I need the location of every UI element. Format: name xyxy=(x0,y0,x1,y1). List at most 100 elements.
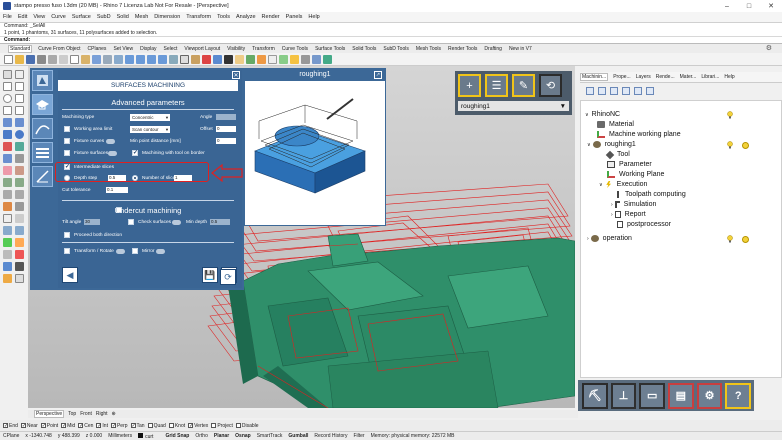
osnap-perp[interactable]: ✓ Perp xyxy=(110,423,128,429)
point-icon[interactable] xyxy=(15,70,24,79)
osnap-project[interactable]: Project xyxy=(211,423,233,429)
osnap-vertex[interactable]: ✓ Vertex xyxy=(188,423,208,429)
grid-view-icon[interactable] xyxy=(634,87,642,95)
settings-icon[interactable]: ⚙ xyxy=(696,382,723,409)
sphere-icon[interactable] xyxy=(15,130,24,139)
text-icon[interactable] xyxy=(3,214,12,223)
hatch-icon[interactable] xyxy=(15,214,24,223)
mirror-checkbox[interactable] xyxy=(132,248,138,254)
close-icon[interactable]: ✕ xyxy=(232,71,240,79)
expand-palette-icon[interactable] xyxy=(15,274,24,283)
refresh-operation-icon[interactable]: ⟲ xyxy=(539,74,562,97)
tree-item-toolpath[interactable]: Toolpath computing xyxy=(617,191,686,198)
fixture-surfaces-toggle[interactable] xyxy=(108,151,117,156)
tab-materials[interactable]: Mater... xyxy=(680,74,697,80)
help-question-icon[interactable]: ? xyxy=(725,382,752,409)
expand-icon[interactable]: ↗ xyxy=(374,71,382,79)
edit-operation-icon[interactable]: ✎ xyxy=(512,74,535,97)
transform-rotate-checkbox[interactable] xyxy=(64,248,70,254)
copy-icon[interactable] xyxy=(70,54,79,64)
analyze-icon[interactable] xyxy=(279,54,288,64)
select-icon[interactable] xyxy=(268,54,277,64)
tab-front[interactable]: Front xyxy=(80,411,92,417)
menu-render[interactable]: Render xyxy=(262,14,280,20)
close-window-button[interactable]: ✕ xyxy=(760,0,782,12)
zoom-window-icon[interactable] xyxy=(136,54,145,64)
lightbulb-icon[interactable] xyxy=(727,141,733,149)
osnap-int[interactable]: ✓ Int xyxy=(96,423,108,429)
layer-tool-icon[interactable] xyxy=(15,262,24,271)
tree-item-simulation[interactable]: › Simulation xyxy=(611,201,656,208)
mirror-tool-icon[interactable] xyxy=(15,190,24,199)
osnap-end[interactable]: ✓ End xyxy=(3,423,18,429)
slices-icon[interactable] xyxy=(32,142,53,163)
add-viewport-icon[interactable]: ⊕ xyxy=(112,411,116,417)
zoom-selected-icon[interactable] xyxy=(158,54,167,64)
menu-analyze[interactable]: Analyze xyxy=(236,14,256,20)
tilt-angle-field[interactable]: 30 xyxy=(84,219,100,225)
rotate-view-icon[interactable] xyxy=(114,54,123,64)
show-icon[interactable] xyxy=(15,250,24,259)
lightbulb-icon[interactable] xyxy=(727,111,733,119)
search-icon[interactable] xyxy=(646,87,654,95)
osnap-quad[interactable]: Quad xyxy=(147,423,166,429)
tab-help[interactable]: Help xyxy=(724,74,734,80)
tab-perspective[interactable]: Perspective xyxy=(34,410,65,418)
sun-icon[interactable] xyxy=(742,142,749,149)
cut-tolerance-field[interactable]: 0.1 xyxy=(106,187,128,193)
tab-drafting[interactable]: Drafting xyxy=(483,46,503,52)
arc-icon[interactable] xyxy=(15,94,24,103)
mesh-icon[interactable] xyxy=(3,142,12,151)
rotate-icon[interactable] xyxy=(15,178,24,187)
tab-set-view[interactable]: Set View xyxy=(112,46,134,52)
add-operation-icon[interactable]: + xyxy=(458,74,481,97)
tab-curve-from-object[interactable]: Curve From Object xyxy=(37,46,81,52)
tab-render-tools[interactable]: Render Tools xyxy=(447,46,478,52)
tab-standard[interactable]: Standard xyxy=(8,44,33,53)
tree-item-tool[interactable]: Tool xyxy=(605,150,630,159)
minimize-button[interactable]: – xyxy=(716,0,738,12)
tab-subd-tools[interactable]: SubD Tools xyxy=(382,46,409,52)
menu-help[interactable]: Help xyxy=(308,14,319,20)
tab-top[interactable]: Top xyxy=(68,411,76,417)
planar-toggle[interactable]: Planar xyxy=(214,433,229,439)
menu-dimension[interactable]: Dimension xyxy=(154,14,180,20)
split-icon[interactable] xyxy=(3,166,12,175)
transform-rotate-toggle[interactable] xyxy=(116,249,125,254)
units-display[interactable]: Millimeters xyxy=(108,433,132,439)
osnap-near[interactable]: ✓ Near xyxy=(20,423,38,429)
undo-view-icon[interactable] xyxy=(169,54,178,64)
machining-type-select[interactable]: Concentric xyxy=(130,114,170,121)
tab-viewport-layout[interactable]: Viewport Layout xyxy=(183,46,221,52)
surface-icon[interactable] xyxy=(3,118,12,127)
tab-properties[interactable]: Prope... xyxy=(613,74,631,80)
ortho-toggle[interactable]: Ortho xyxy=(195,433,208,439)
zoom-extents-icon[interactable] xyxy=(147,54,156,64)
angle-field[interactable] xyxy=(216,114,236,120)
working-area-select[interactable]: Scan contour xyxy=(130,126,170,133)
tab-libraries[interactable]: Librari... xyxy=(701,74,719,80)
osnap-knot[interactable]: Knot xyxy=(168,423,185,429)
menu-panels[interactable]: Panels xyxy=(286,14,303,20)
move-icon[interactable] xyxy=(3,178,12,187)
command-input[interactable]: Command: xyxy=(0,36,782,44)
sun-icon[interactable] xyxy=(742,236,749,243)
lightbulb-icon[interactable] xyxy=(727,235,733,243)
osnap-tan[interactable]: ✓ Tan xyxy=(130,423,145,429)
menu-edit[interactable]: Edit xyxy=(18,14,27,20)
fixture-curves-toggle[interactable] xyxy=(106,139,115,144)
osnap-point[interactable]: ✓ Point xyxy=(40,423,58,429)
tree-item-report[interactable]: › Report xyxy=(611,211,646,218)
light-icon[interactable] xyxy=(235,54,244,64)
tab-transform[interactable]: Transform xyxy=(251,46,276,52)
menu-tools[interactable]: Tools xyxy=(217,14,230,20)
machining-icon[interactable]: ⛏ xyxy=(582,382,608,409)
tab-layers[interactable]: Layers xyxy=(636,74,651,80)
filter-toggle[interactable]: Filter xyxy=(353,433,364,439)
render-icon[interactable] xyxy=(290,54,299,64)
tree-item-postprocessor[interactable]: postprocessor xyxy=(617,221,671,228)
array-icon[interactable] xyxy=(3,202,12,211)
save-icon[interactable] xyxy=(26,54,35,64)
back-button[interactable]: ◀ xyxy=(62,267,78,283)
four-view-icon[interactable] xyxy=(180,54,189,64)
